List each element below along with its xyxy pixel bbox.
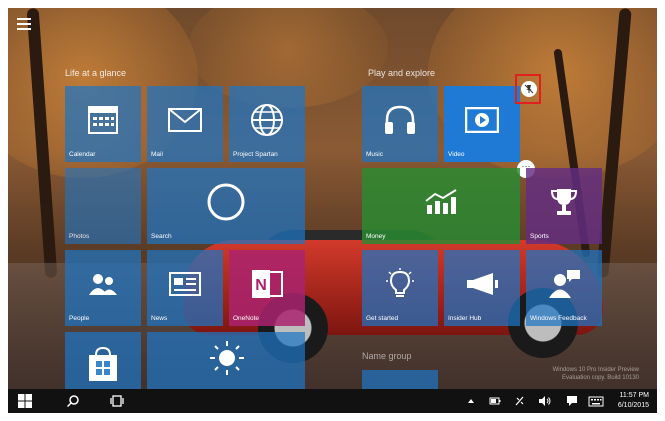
task-view-button[interactable]: [104, 389, 130, 413]
lightbulb-icon: [386, 268, 414, 298]
show-hidden-icons-icon[interactable]: [466, 395, 476, 407]
group-title-new[interactable]: Name group: [362, 351, 412, 361]
store-icon: [89, 346, 117, 381]
tile-news[interactable]: News: [147, 250, 223, 326]
taskbar: 11:57 PM 6/10/2015: [8, 389, 657, 413]
tile-label: Sports: [530, 233, 549, 240]
onenote-icon: N: [252, 270, 283, 299]
cortana-icon: [207, 183, 245, 221]
tile-label: People: [69, 315, 90, 322]
group-title-play[interactable]: Play and explore: [368, 68, 435, 78]
search-icon: [67, 395, 79, 407]
unpin-button[interactable]: [515, 74, 541, 104]
tile-calendar[interactable]: Calendar: [65, 86, 141, 162]
tile-new-group[interactable]: [362, 370, 438, 390]
people-icon: [89, 274, 117, 296]
video-icon: [465, 107, 499, 134]
search-button[interactable]: [60, 389, 86, 413]
group-title-life[interactable]: Life at a glance: [65, 68, 126, 78]
tile-sports[interactable]: Sports: [526, 168, 602, 244]
tile-label: Music: [366, 151, 383, 158]
action-center-icon[interactable]: [566, 395, 578, 407]
tile-video[interactable]: Video: [444, 86, 520, 162]
tile-weather[interactable]: [147, 332, 305, 390]
keyboard-icon[interactable]: [588, 395, 604, 407]
tile-onenote[interactable]: N OneNote: [229, 250, 305, 326]
tile-windows-feedback[interactable]: Windows Feedback: [526, 250, 602, 326]
globe-icon: [251, 104, 283, 137]
tile-label: Mail: [151, 151, 163, 158]
tile-label: Money: [366, 233, 386, 240]
tile-music[interactable]: Music: [362, 86, 438, 162]
tile-label: Windows Feedback: [530, 315, 587, 322]
tile-store[interactable]: [65, 332, 141, 390]
watermark-line: Evaluation copy. Build 10130: [562, 375, 639, 381]
tile-label: Photos: [69, 233, 90, 240]
tile-insider-hub[interactable]: Insider Hub: [444, 250, 520, 326]
battery-icon[interactable]: [489, 395, 501, 407]
volume-icon[interactable]: [538, 395, 552, 407]
tile-search[interactable]: Search: [147, 168, 305, 244]
tile-label: OneNote: [233, 315, 260, 322]
network-icon[interactable]: [514, 395, 526, 407]
task-view-icon: [110, 395, 124, 407]
tile-label: Search: [151, 233, 172, 240]
sun-icon: [210, 341, 244, 376]
tile-label: Video: [448, 151, 465, 158]
watermark: Windows 10 Pro Insider Preview Evaluatio…: [553, 366, 639, 382]
tile-label: Insider Hub: [448, 315, 482, 322]
megaphone-icon: [467, 273, 498, 296]
start-screen: Life at a glance Play and explore Name g…: [8, 8, 657, 413]
clock-date: 6/10/2015: [617, 402, 649, 409]
tile-label: News: [151, 315, 168, 322]
headphones-icon: [385, 105, 415, 135]
tile-label: Project Spartan: [233, 151, 278, 158]
tile-get-started[interactable]: Get started: [362, 250, 438, 326]
tile-label: Get started: [366, 315, 399, 322]
svg-text:N: N: [255, 277, 267, 294]
mail-icon: [168, 108, 202, 133]
chart-icon: [425, 189, 457, 215]
trophy-icon: [550, 189, 578, 216]
windows-logo-icon: [18, 394, 32, 408]
tile-label: Calendar: [69, 151, 96, 158]
clock-time: 11:57 PM: [619, 392, 649, 399]
news-icon: [169, 272, 201, 297]
calendar-icon: [88, 106, 118, 135]
feedback-icon: [549, 270, 580, 299]
watermark-line: Windows 10 Pro Insider Preview: [552, 367, 639, 373]
tile-mail[interactable]: Mail: [147, 86, 223, 162]
unpin-icon: [521, 81, 537, 97]
start-button[interactable]: [8, 389, 42, 413]
clock[interactable]: 11:57 PM 6/10/2015: [618, 391, 649, 411]
tile-money[interactable]: Money: [362, 168, 520, 244]
tile-project-spartan[interactable]: Project Spartan: [229, 86, 305, 162]
tile-photos[interactable]: Photos: [65, 168, 141, 244]
tile-people[interactable]: People: [65, 250, 141, 326]
menu-button[interactable]: [17, 18, 31, 30]
